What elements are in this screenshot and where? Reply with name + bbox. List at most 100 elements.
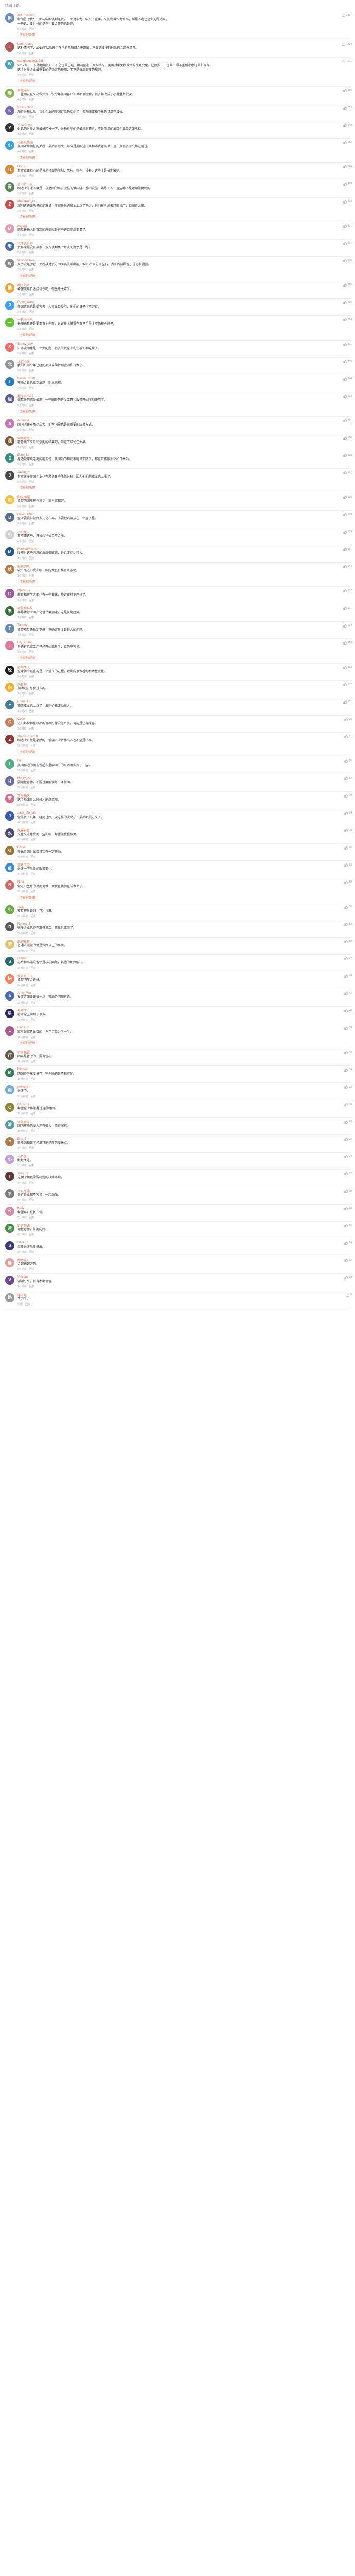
avatar[interactable]: 北: [5, 360, 14, 369]
like-button[interactable]: 118: [343, 641, 352, 645]
like-button[interactable]: 151: [343, 547, 352, 551]
view-replies-link[interactable]: 查看更多回复: [17, 894, 39, 901]
reply-button[interactable]: 回复: [29, 268, 34, 272]
like-button[interactable]: 96: [344, 717, 352, 721]
username-link[interactable]: Tommy: [17, 624, 27, 627]
username-link[interactable]: Oscar: [17, 846, 26, 849]
username-link[interactable]: wanghaoyang1988: [17, 60, 44, 63]
username-link[interactable]: 老李说财经: [17, 241, 33, 246]
username-link[interactable]: 水墨丹青: [17, 828, 30, 833]
view-replies-link[interactable]: 查看更多回复: [17, 273, 39, 279]
like-button[interactable]: 612: [343, 141, 352, 144]
view-replies-link[interactable]: 查看更多回复: [17, 332, 39, 338]
avatar[interactable]: M: [5, 547, 14, 557]
reply-button[interactable]: 回复: [31, 949, 36, 953]
avatar[interactable]: D: [5, 513, 14, 522]
like-button[interactable]: 137: [343, 589, 352, 593]
like-button[interactable]: 377: [343, 242, 352, 245]
avatar[interactable]: T: [5, 377, 14, 386]
reply-button[interactable]: 回复: [29, 132, 34, 136]
reply-button[interactable]: 回复: [29, 293, 34, 296]
avatar[interactable]: 小: [5, 140, 14, 150]
reply-button[interactable]: 回复: [31, 1112, 36, 1115]
like-button[interactable]: 16: [344, 1224, 352, 1228]
like-button[interactable]: 318: [343, 283, 352, 287]
reply-button[interactable]: 回复: [31, 769, 36, 772]
avatar[interactable]: 快: [5, 974, 14, 984]
avatar[interactable]: 梦: [5, 793, 14, 803]
like-button[interactable]: 198: [343, 453, 352, 457]
username-link[interactable]: 秋天的风: [17, 564, 30, 569]
like-button[interactable]: 47: [344, 957, 352, 961]
reply-button[interactable]: 回复: [29, 1198, 34, 1202]
avatar[interactable]: J: [5, 811, 14, 821]
reply-button[interactable]: 回复: [29, 505, 34, 509]
like-button[interactable]: 28: [344, 1120, 352, 1124]
username-link[interactable]: Nina: [17, 880, 24, 884]
reply-button[interactable]: 回复: [31, 1129, 36, 1133]
username-link[interactable]: David_Chen: [17, 513, 34, 516]
username-link[interactable]: Frank_Liu: [17, 700, 31, 703]
like-button[interactable]: 8: [346, 1293, 352, 1297]
username-link[interactable]: 一只小小鸟: [17, 317, 33, 322]
username-link[interactable]: Luna_Jiang: [17, 43, 33, 46]
reply-button[interactable]: 回复: [25, 1302, 30, 1306]
like-button[interactable]: 259: [343, 360, 352, 364]
like-button[interactable]: 53: [344, 922, 352, 926]
reply-button[interactable]: 回复: [29, 115, 34, 119]
reply-button[interactable]: 回复: [29, 52, 34, 55]
like-button[interactable]: 66: [344, 846, 352, 850]
like-button[interactable]: 30: [344, 1103, 352, 1106]
reply-button[interactable]: 回复: [31, 744, 36, 748]
reply-button[interactable]: 回复: [29, 174, 34, 178]
reply-button[interactable]: 回复: [29, 556, 34, 560]
username-link[interactable]: Amanda: [17, 419, 29, 422]
like-button[interactable]: 56: [344, 905, 352, 909]
like-button[interactable]: 986: [343, 89, 352, 92]
avatar[interactable]: T: [5, 1172, 14, 1181]
username-link[interactable]: Coco: [17, 718, 25, 721]
reply-button[interactable]: 回复: [29, 599, 34, 602]
like-button[interactable]: 1824: [342, 42, 352, 46]
username-link[interactable]: 经济学人: [17, 665, 30, 670]
reply-button[interactable]: 回复: [29, 1285, 34, 1289]
avatar[interactable]: 平: [5, 1189, 14, 1198]
view-replies-link[interactable]: 查看更多回复: [17, 214, 39, 220]
avatar[interactable]: R: [5, 922, 14, 932]
reply-button[interactable]: 回复: [29, 310, 34, 314]
like-button[interactable]: 112: [343, 666, 352, 669]
username-link[interactable]: zhaoyun_2018: [17, 735, 38, 738]
avatar[interactable]: K: [5, 106, 14, 115]
avatar[interactable]: L: [5, 42, 14, 52]
view-replies-link[interactable]: 查看更多回复: [17, 749, 39, 755]
avatar[interactable]: 静: [5, 1258, 14, 1268]
avatar[interactable]: 小: [5, 905, 14, 914]
like-button[interactable]: 352: [343, 259, 352, 263]
avatar[interactable]: 小: [5, 530, 14, 539]
avatar[interactable]: 向: [5, 683, 14, 692]
avatar[interactable]: I: [5, 759, 14, 769]
avatar[interactable]: 经: [5, 665, 14, 675]
username-link[interactable]: tianxia_2019: [17, 377, 35, 380]
reply-button[interactable]: 回复: [29, 1250, 34, 1254]
reply-button[interactable]: 回复: [31, 1036, 36, 1039]
reply-button[interactable]: 回复: [31, 1018, 36, 1022]
reply-button[interactable]: 回复: [29, 463, 34, 466]
like-button[interactable]: 210: [343, 436, 352, 440]
reply-button[interactable]: 回复: [31, 914, 36, 918]
avatar[interactable]: 橘: [5, 283, 14, 293]
username-link[interactable]: 用户_sh2038: [17, 13, 36, 18]
like-button[interactable]: 44: [344, 974, 352, 978]
view-replies-link[interactable]: 查看更多回复: [17, 485, 39, 491]
like-button[interactable]: 59: [344, 880, 352, 884]
username-link[interactable]: Michael: [17, 1068, 28, 1071]
username-link[interactable]: 路人甲: [17, 1293, 27, 1297]
like-button[interactable]: 284: [343, 318, 352, 322]
reply-button[interactable]: 回复: [29, 369, 34, 372]
avatar[interactable]: 春: [5, 88, 14, 98]
avatar[interactable]: C: [5, 1103, 14, 1112]
like-button[interactable]: 244: [343, 377, 352, 381]
like-button[interactable]: 176: [343, 495, 352, 499]
like-button[interactable]: 32: [344, 1085, 352, 1089]
username-link[interactable]: Kelly: [17, 1207, 24, 1210]
